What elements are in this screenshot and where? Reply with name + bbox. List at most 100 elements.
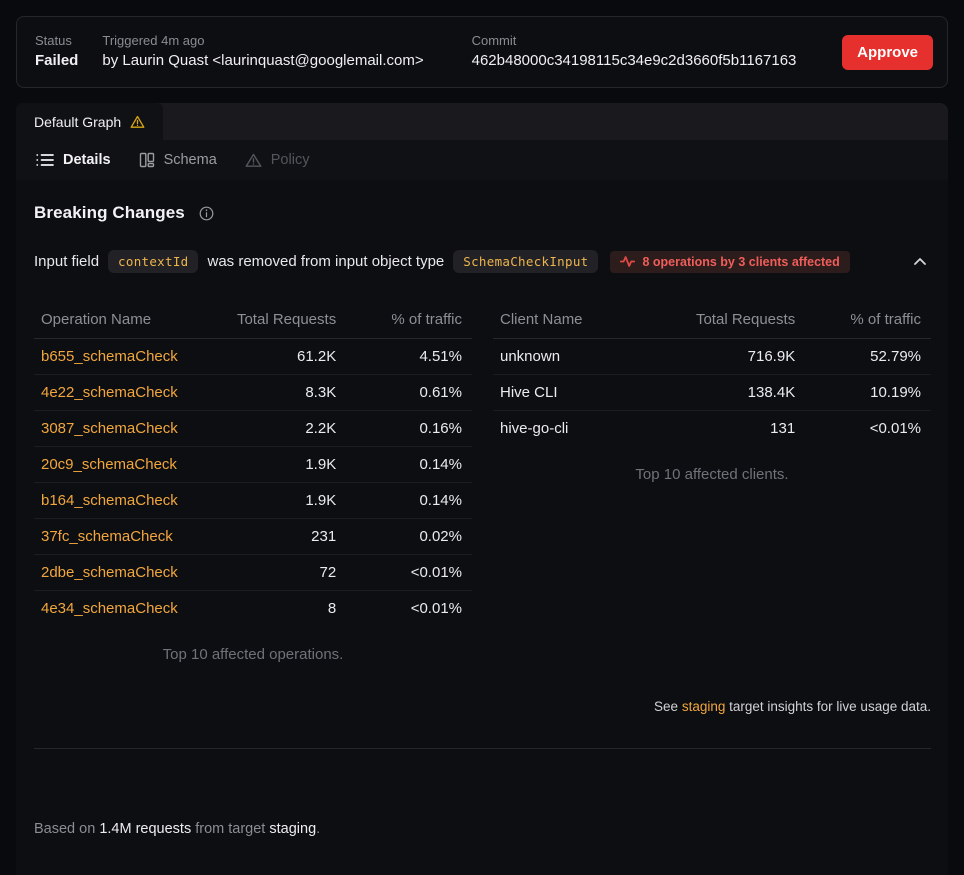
operations-column: Operation Name Total Requests % of traff… [34, 302, 472, 714]
schema-check-page: Status Failed Triggered 4m ago by Laurin… [0, 0, 964, 875]
type-code-badge: SchemaCheckInput [453, 250, 598, 273]
operation-link[interactable]: 37fc_schemaCheck [41, 528, 173, 545]
operation-cell: b164_schemaCheck [34, 483, 222, 519]
table-row: 4e22_schemaCheck 8.3K0.61% [34, 375, 472, 411]
operation-link[interactable]: 4e22_schemaCheck [41, 384, 178, 401]
requests-cell: 8 [222, 591, 336, 627]
table-row: 3087_schemaCheck 2.2K0.16% [34, 411, 472, 447]
name-cell: unknown [493, 339, 681, 375]
main-card: Default Graph Details [16, 103, 948, 875]
graph-tab-label: Default Graph [34, 114, 121, 130]
table-row: 4e34_schemaCheck 8<0.01% [34, 591, 472, 627]
tab-default-graph[interactable]: Default Graph [16, 103, 163, 140]
traffic-cell: 0.14% [336, 447, 472, 483]
traffic-cell: 10.19% [795, 375, 931, 411]
table-row: hive-go-cli131<0.01% [493, 411, 931, 447]
tab-details[interactable]: Details [36, 152, 111, 168]
footer-line-requests: Based on 1.4M requests from target stagi… [34, 819, 931, 839]
breaking-changes-title: Breaking Changes [34, 203, 185, 223]
total-requests-header: Total Requests [681, 302, 795, 339]
chevron-up-icon [913, 257, 927, 266]
table-row: b164_schemaCheck 1.9K0.14% [34, 483, 472, 519]
emphasized-text: 1.4M requests [99, 821, 191, 837]
commit-column: Commit 462b48000c34198115c34e9c2d3660f5b… [472, 32, 797, 72]
operation-cell: b655_schemaCheck [34, 339, 222, 375]
affected-badge-label: 8 operations by 3 clients affected [642, 255, 839, 269]
tab-schema-label: Schema [164, 152, 217, 168]
operation-cell: 4e22_schemaCheck [34, 375, 222, 411]
plain-text: from target [191, 821, 269, 837]
traffic-cell: 0.61% [336, 375, 472, 411]
tab-schema[interactable]: Schema [139, 152, 217, 168]
breaking-change-row: Input field contextId was removed from i… [34, 250, 931, 273]
status-column: Status Failed [35, 32, 78, 72]
plain-text: target insights for live usage data. [725, 699, 931, 714]
operation-link[interactable]: 20c9_schemaCheck [41, 456, 177, 473]
table-row: Hive CLI138.4K10.19% [493, 375, 931, 411]
details-content: Breaking Changes Input field contextId w… [16, 180, 948, 875]
clients-header-row: Client Name Total Requests % of traffic [493, 302, 931, 339]
name-cell: hive-go-cli [493, 411, 681, 447]
info-icon[interactable] [199, 206, 214, 221]
total-requests-header: Total Requests [222, 302, 336, 339]
traffic-cell: <0.01% [336, 555, 472, 591]
operation-cell: 3087_schemaCheck [34, 411, 222, 447]
operation-link[interactable]: b164_schemaCheck [41, 492, 178, 509]
table-row: unknown716.9K52.79% [493, 339, 931, 375]
graph-tabstrip: Default Graph [16, 103, 948, 140]
clients-caption: Top 10 affected clients. [493, 466, 931, 483]
pulse-icon [620, 255, 635, 268]
check-subtabs: Details Schema Policy [16, 140, 948, 180]
operation-link[interactable]: b655_schemaCheck [41, 348, 178, 365]
operation-name-header: Operation Name [34, 302, 222, 339]
list-icon [36, 153, 54, 167]
usage-footer: Based on 1.4M requests from target stagi… [34, 779, 931, 875]
operations-table: Operation Name Total Requests % of traff… [34, 302, 472, 626]
change-text-before: Input field [34, 253, 99, 270]
operation-cell: 20c9_schemaCheck [34, 447, 222, 483]
operations-header-row: Operation Name Total Requests % of traff… [34, 302, 472, 339]
table-row: 37fc_schemaCheck2310.02% [34, 519, 472, 555]
operation-cell: 37fc_schemaCheck [34, 519, 222, 555]
target-link[interactable]: staging [682, 699, 726, 714]
collapse-change-button[interactable] [909, 253, 931, 270]
plain-text: . [316, 821, 320, 837]
client-name-header: Client Name [493, 302, 681, 339]
operations-caption: Top 10 affected operations. [34, 646, 472, 663]
operation-link[interactable]: 3087_schemaCheck [41, 420, 178, 437]
commit-label: Commit [472, 32, 797, 50]
operation-cell: 2dbe_schemaCheck [34, 555, 222, 591]
operation-link[interactable]: 4e34_schemaCheck [41, 600, 178, 617]
requests-cell: 2.2K [222, 411, 336, 447]
requests-cell: 61.2K [222, 339, 336, 375]
tab-policy-label: Policy [271, 152, 310, 168]
operation-link[interactable]: 2dbe_schemaCheck [41, 564, 178, 581]
traffic-cell: 4.51% [336, 339, 472, 375]
traffic-cell: <0.01% [336, 591, 472, 627]
name-cell: Hive CLI [493, 375, 681, 411]
emphasized-text: staging [269, 821, 316, 837]
usage-tables: Operation Name Total Requests % of traff… [34, 302, 931, 714]
status-value: Failed [35, 50, 78, 72]
section-divider [34, 748, 931, 749]
affected-operations-badge[interactable]: 8 operations by 3 clients affected [610, 251, 849, 273]
approve-button[interactable]: Approve [842, 35, 933, 70]
change-text-after: was removed from input object type [207, 253, 444, 270]
check-header: Status Failed Triggered 4m ago by Laurin… [16, 16, 948, 88]
requests-cell: 72 [222, 555, 336, 591]
traffic-cell: 0.14% [336, 483, 472, 519]
status-label: Status [35, 32, 78, 50]
tab-policy[interactable]: Policy [245, 152, 310, 168]
traffic-cell: 0.16% [336, 411, 472, 447]
requests-cell: 131 [681, 411, 795, 447]
traffic-header: % of traffic [795, 302, 931, 339]
operation-cell: 4e34_schemaCheck [34, 591, 222, 627]
table-row: 20c9_schemaCheck1.9K0.14% [34, 447, 472, 483]
requests-cell: 1.9K [222, 483, 336, 519]
requests-cell: 716.9K [681, 339, 795, 375]
traffic-cell: 52.79% [795, 339, 931, 375]
requests-cell: 138.4K [681, 375, 795, 411]
insights-note: See staging target insights for live usa… [493, 699, 931, 714]
requests-cell: 8.3K [222, 375, 336, 411]
plain-text: Based on [34, 821, 99, 837]
